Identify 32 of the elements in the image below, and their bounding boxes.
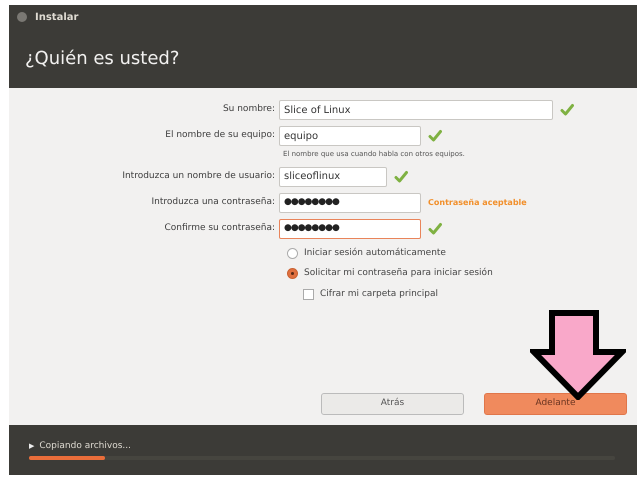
check-icon bbox=[428, 222, 442, 236]
password-strength: Contraseña aceptable bbox=[428, 196, 527, 208]
field-label: Confirme su contraseña: bbox=[163, 222, 276, 235]
field-value: ●●●●●●●● bbox=[284, 196, 339, 209]
field-value: sliceoflinux bbox=[284, 170, 340, 184]
field-value: equipo bbox=[284, 130, 318, 144]
input-field[interactable]: Slice of Linux bbox=[279, 100, 553, 120]
field-label: Introduzca una contraseña: bbox=[150, 196, 276, 209]
check-icon bbox=[560, 103, 574, 117]
field-value: Slice of Linux bbox=[284, 104, 350, 118]
check-icon bbox=[428, 129, 442, 143]
radio-button[interactable] bbox=[287, 248, 298, 259]
back-button[interactable]: Atrás bbox=[321, 393, 464, 415]
input-field[interactable]: equipo bbox=[279, 126, 421, 146]
check-icon bbox=[394, 170, 408, 184]
page-heading: ¿Quién es usted? bbox=[25, 47, 180, 71]
input-field[interactable]: sliceoflinux bbox=[279, 166, 387, 186]
field-label: El nombre de su equipo: bbox=[164, 129, 276, 142]
radio-button[interactable] bbox=[287, 268, 298, 280]
window-title: Instalar bbox=[35, 10, 78, 24]
field-value: ●●●●●●●● bbox=[284, 222, 339, 235]
radio-label: Solicitar mi contraseña para iniciar sesión bbox=[304, 267, 493, 280]
status-text: Copiando archivos... bbox=[39, 440, 131, 453]
input-field[interactable]: ●●●●●●●● bbox=[279, 218, 421, 238]
close-icon[interactable] bbox=[17, 12, 27, 22]
input-field[interactable]: ●●●●●●●● bbox=[279, 192, 421, 212]
field-label: Su nombre: bbox=[222, 103, 276, 116]
next-button[interactable]: Adelante bbox=[484, 393, 627, 415]
checkbox-label: Cifrar mi carpeta principal bbox=[320, 288, 438, 300]
checkbox[interactable] bbox=[303, 288, 314, 300]
radio-label: Iniciar sesión automáticamente bbox=[304, 246, 446, 260]
field-label: Introduzca un nombre de usuario: bbox=[121, 170, 276, 183]
